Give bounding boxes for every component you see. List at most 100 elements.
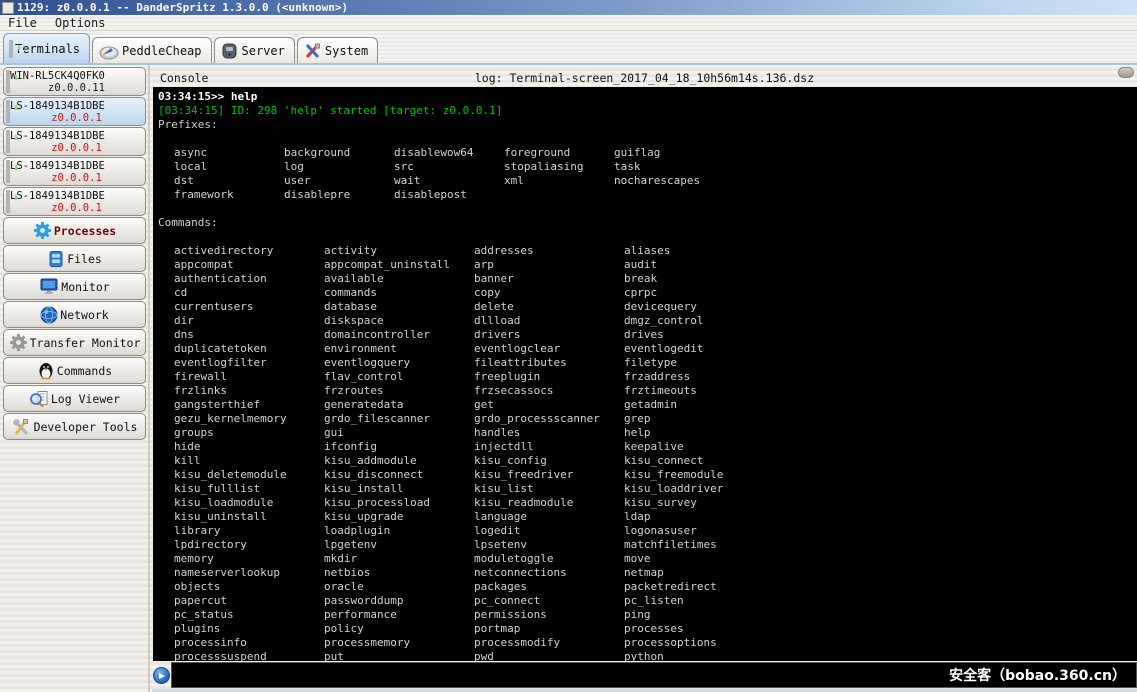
command-row: frzlinksfrzroutesfrzsecassocsfrztimeouts — [158, 384, 1137, 398]
command-row-cell: kisu_install — [324, 482, 474, 496]
prefix-row-cell: background — [284, 146, 394, 160]
command-row: kisu_loadmodulekisu_processloadkisu_read… — [158, 496, 1137, 510]
terminal-session-item[interactable]: WIN-RL5CK4Q0FK0z0.0.0.11 — [3, 67, 146, 96]
command-row: eventlogfiltereventlogqueryfileattribute… — [158, 356, 1137, 370]
command-row-cell: break — [624, 272, 774, 286]
command-row-cell: lpgetenv — [324, 538, 474, 552]
command-row-cell: ldap — [624, 510, 774, 524]
command-row-cell: packetredirect — [624, 580, 774, 594]
command-input[interactable]: 安全客（bobao.360.cn） — [171, 662, 1137, 688]
command-row-cell: objects — [174, 580, 324, 594]
panel-minimize-button[interactable] — [1118, 67, 1134, 78]
command-row-cell: drives — [624, 328, 774, 342]
command-row-cell: generatedata — [324, 398, 474, 412]
command-row-cell: dns — [174, 328, 324, 342]
prefix-row-cell: async — [174, 146, 284, 160]
prefix-row-cell: src — [394, 160, 504, 174]
console-output[interactable]: 03:34:15>> help[03:34:15] ID: 298 'help'… — [153, 87, 1137, 661]
command-row-cell: mkdir — [324, 552, 474, 566]
sidebar-buttons: ProcessesFilesMonitorNetworkTransfer Mon… — [3, 217, 146, 440]
prefix-row-cell: xml — [504, 174, 614, 188]
processes-button[interactable]: Processes — [3, 217, 146, 244]
terminal-icon — [6, 192, 10, 211]
console-status-line: [03:34:15] ID: 298 'help' started [targe… — [158, 104, 1137, 118]
command-row-cell: help — [624, 426, 774, 440]
console-log-label: log: Terminal-screen_2017_04_18_10h56m14… — [152, 71, 1137, 85]
prefix-row: locallogsrcstopaliasingtask — [158, 160, 1137, 174]
command-row: appcompatappcompat_uninstallarpaudit — [158, 258, 1137, 272]
command-row-cell: delete — [474, 300, 624, 314]
command-row-cell: kisu_addmodule — [324, 454, 474, 468]
menu-bar: File Options — [0, 15, 1137, 31]
log-viewer-icon — [29, 390, 49, 408]
command-row-cell: keepalive — [624, 440, 774, 454]
menu-file[interactable]: File — [8, 16, 37, 30]
terminal-icon — [6, 72, 10, 91]
command-row-cell: freeplugin — [474, 370, 624, 384]
command-row-cell: kisu_connect — [624, 454, 774, 468]
prefix-row-cell: framework — [174, 188, 284, 202]
terminal-address: z0.0.0.1 — [10, 142, 143, 154]
command-row: pluginspolicyportmapprocesses — [158, 622, 1137, 636]
command-row-cell: kisu_loaddriver — [624, 482, 774, 496]
command-row-cell: drivers — [474, 328, 624, 342]
command-row-cell: kisu_survey — [624, 496, 774, 510]
menu-options[interactable]: Options — [55, 16, 106, 30]
command-row: kisu_fulllistkisu_installkisu_listkisu_l… — [158, 482, 1137, 496]
command-row-cell: pwd — [474, 650, 624, 661]
sidebar-button-label: Log Viewer — [51, 392, 120, 406]
log-viewer-button[interactable]: Log Viewer — [3, 385, 146, 412]
command-row-cell: kisu_disconnect — [324, 468, 474, 482]
terminal-icon — [9, 42, 13, 56]
tab-peddlecheap[interactable]: PeddleCheap — [92, 37, 211, 63]
command-row: groupsguihandleshelp — [158, 426, 1137, 440]
tab-system[interactable]: System — [297, 37, 378, 63]
command-row-cell: processes — [624, 622, 774, 636]
command-row-cell: processinfo — [174, 636, 324, 650]
command-input-row: 安全客（bobao.360.cn） — [152, 661, 1137, 689]
tab-terminals[interactable]: Terminals — [3, 33, 90, 63]
transfer-gear-icon — [9, 333, 28, 352]
command-row-cell: appcompat_uninstall — [324, 258, 474, 272]
command-row: libraryloadpluginlogeditlogonasuser — [158, 524, 1137, 538]
command-row: cdcommandscopycprpc — [158, 286, 1137, 300]
command-row-cell: currentusers — [174, 300, 324, 314]
command-row-cell: packages — [474, 580, 624, 594]
run-command-icon[interactable] — [153, 667, 170, 684]
transfer-monitor-button[interactable]: Transfer Monitor — [3, 329, 146, 356]
developer-tools-button[interactable]: Developer Tools — [3, 413, 146, 440]
penguin-icon — [37, 362, 55, 380]
command-row-cell: gezu_kernelmemory — [174, 412, 324, 426]
command-row-cell: environment — [324, 342, 474, 356]
command-row-cell: netbios — [324, 566, 474, 580]
command-row-cell: put — [324, 650, 474, 661]
command-row: dnsdomaincontrollerdriversdrives — [158, 328, 1137, 342]
command-row-cell: papercut — [174, 594, 324, 608]
command-row-cell: copy — [474, 286, 624, 300]
terminal-session-item[interactable]: LS-1849134B1DBEz0.0.0.1 — [3, 187, 146, 216]
files-button[interactable]: Files — [3, 245, 146, 272]
commands-button[interactable]: Commands — [3, 357, 146, 384]
command-row: activedirectoryactivityaddressesaliases — [158, 244, 1137, 258]
terminal-session-item[interactable]: LS-1849134B1DBEz0.0.0.1 — [3, 157, 146, 186]
command-row-cell: getadmin — [624, 398, 774, 412]
command-row-cell: filetype — [624, 356, 774, 370]
command-row-cell: dir — [174, 314, 324, 328]
files-icon — [47, 250, 65, 268]
command-row-cell: python — [624, 650, 774, 661]
command-row-cell: matchfiletimes — [624, 538, 774, 552]
prefix-row-cell: nocharescapes — [614, 174, 724, 188]
danderspritz-window: 1129: z0.0.0.1 -- DanderSpritz 1.3.0.0 (… — [0, 0, 1137, 692]
terminal-session-item[interactable]: LS-1849134B1DBEz0.0.0.1 — [3, 97, 146, 126]
terminal-session-item[interactable]: LS-1849134B1DBEz0.0.0.1 — [3, 127, 146, 156]
command-row: gangsterthiefgeneratedatagetgetadmin — [158, 398, 1137, 412]
command-row-cell: nameserverlookup — [174, 566, 324, 580]
monitor-button[interactable]: Monitor — [3, 273, 146, 300]
network-button[interactable]: Network — [3, 301, 146, 328]
tab-label: Server — [242, 44, 285, 58]
command-row-cell: grep — [624, 412, 774, 426]
command-row-cell: logonasuser — [624, 524, 774, 538]
command-row: duplicatetokenenvironmenteventlogclearev… — [158, 342, 1137, 356]
prefix-row-cell: stopaliasing — [504, 160, 614, 174]
tab-server[interactable]: Server — [214, 37, 295, 63]
